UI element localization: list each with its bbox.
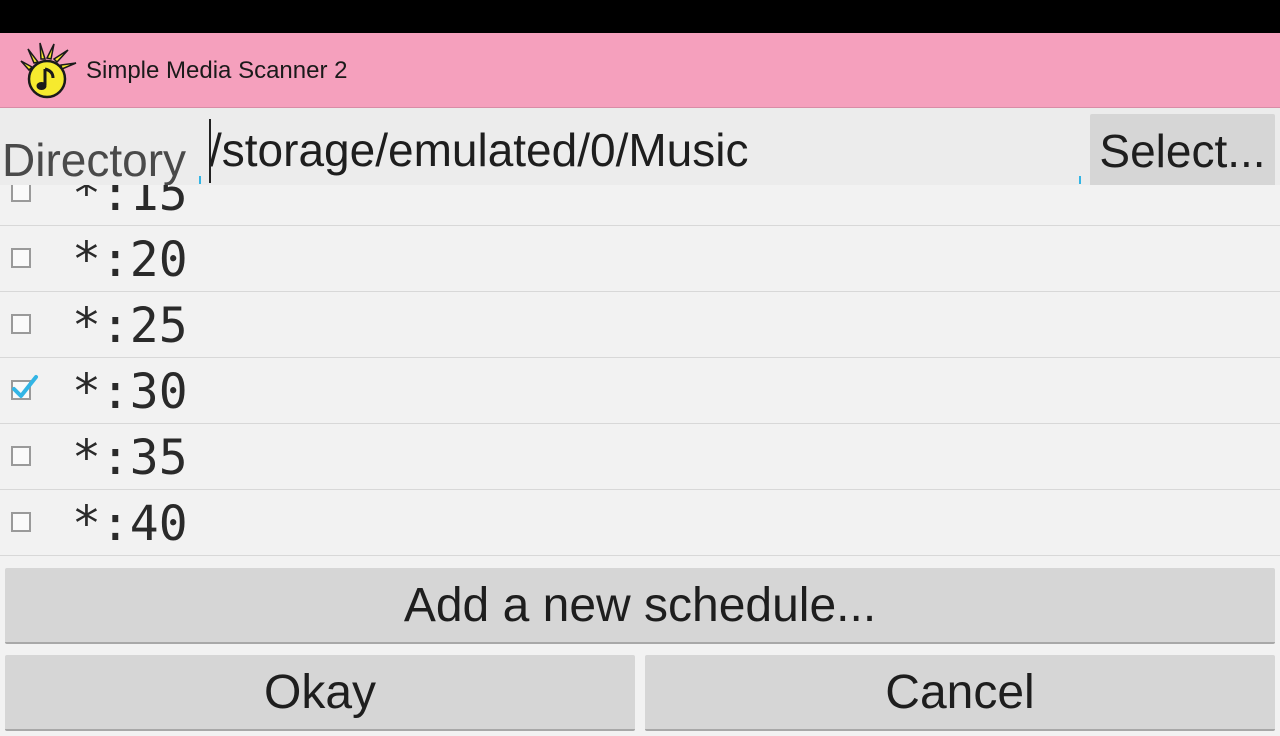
checkbox[interactable] bbox=[11, 446, 31, 466]
schedule-time: *:15 bbox=[72, 185, 188, 222]
checkbox[interactable] bbox=[11, 248, 31, 268]
schedule-item[interactable]: *:15 bbox=[0, 185, 1280, 226]
schedule-list-content: *:15 *:20 *:25 *:30 *:35 *:40 bbox=[0, 185, 1280, 556]
cancel-button[interactable]: Cancel bbox=[645, 655, 1275, 731]
status-bar bbox=[0, 0, 1280, 33]
input-underline-edge-right bbox=[1079, 176, 1081, 184]
directory-input[interactable] bbox=[199, 116, 1081, 190]
schedule-item[interactable]: *:25 bbox=[0, 292, 1280, 358]
select-directory-button[interactable]: Select... bbox=[1090, 114, 1275, 189]
schedule-item[interactable]: *:20 bbox=[0, 226, 1280, 292]
schedule-time: *:20 bbox=[72, 232, 188, 288]
schedule-time: *:40 bbox=[72, 496, 188, 552]
schedule-item[interactable]: *:35 bbox=[0, 424, 1280, 490]
schedule-item[interactable]: *:40 bbox=[0, 490, 1280, 556]
checkbox[interactable] bbox=[11, 512, 31, 532]
checkbox[interactable] bbox=[11, 185, 31, 202]
input-underline-edge-left bbox=[199, 176, 201, 184]
checkmark-icon bbox=[12, 375, 38, 398]
music-note-sun-icon[interactable] bbox=[16, 41, 80, 101]
text-cursor bbox=[209, 119, 211, 183]
schedule-item[interactable]: *:30 bbox=[0, 358, 1280, 424]
add-schedule-button[interactable]: Add a new schedule... bbox=[5, 568, 1275, 644]
schedule-time: *:35 bbox=[72, 430, 188, 486]
button-panel: Add a new schedule... Okay Cancel bbox=[0, 556, 1280, 736]
action-bar: Simple Media Scanner 2 bbox=[0, 33, 1280, 108]
schedule-list[interactable]: *:15 *:20 *:25 *:30 *:35 *:40 bbox=[0, 185, 1280, 556]
directory-label: Directory bbox=[2, 134, 187, 186]
okay-button[interactable]: Okay bbox=[5, 655, 635, 731]
schedule-time: *:30 bbox=[72, 364, 188, 420]
checkbox[interactable] bbox=[11, 314, 31, 334]
app-title: Simple Media Scanner 2 bbox=[86, 57, 348, 84]
schedule-time: *:25 bbox=[72, 298, 188, 354]
checkbox-checked[interactable] bbox=[11, 375, 38, 400]
